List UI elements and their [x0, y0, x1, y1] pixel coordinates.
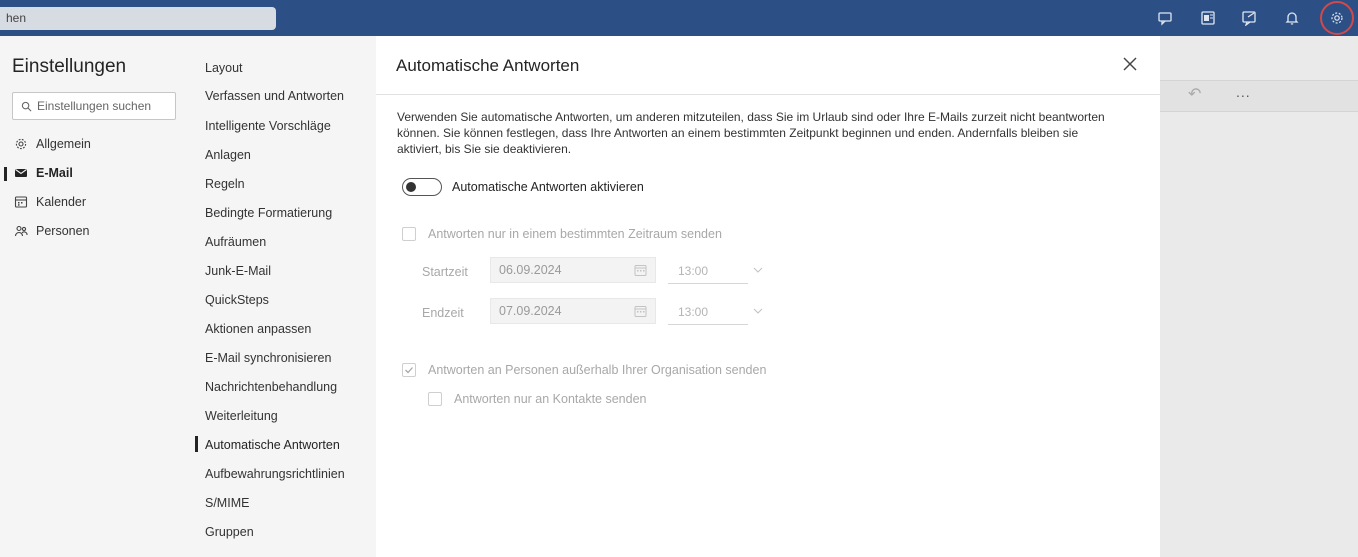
chevron-down-icon: [753, 267, 763, 273]
calendar-icon: [634, 265, 647, 276]
subcategory-quicksteps[interactable]: QuickSteps: [205, 293, 269, 307]
outside-org-label: Antworten an Personen außerhalb Ihrer Or…: [428, 363, 767, 377]
end-date-field[interactable]: 07.09.2024: [490, 298, 656, 324]
chat-icon[interactable]: [1156, 9, 1174, 27]
gear-icon[interactable]: [1328, 9, 1346, 27]
timeframe-checkbox[interactable]: [402, 227, 416, 241]
calendar-icon: [14, 196, 28, 208]
chevron-down-icon: [753, 308, 763, 314]
category-email[interactable]: E-Mail: [14, 166, 73, 180]
people-icon: [14, 225, 28, 237]
bell-icon[interactable]: [1283, 9, 1301, 27]
start-date-field[interactable]: 06.09.2024: [490, 257, 656, 283]
subcategory-aufraeumen[interactable]: Aufräumen: [205, 235, 266, 249]
subcategory-formatierung[interactable]: Bedingte Formatierung: [205, 206, 332, 220]
panel-description: Verwenden Sie automatische Antworten, um…: [397, 110, 1105, 156]
background-mail-area: [1160, 36, 1358, 557]
start-time-dropdown[interactable]: 13:00: [668, 258, 748, 284]
feedback-icon[interactable]: [1240, 9, 1258, 27]
settings-title: Einstellungen: [12, 56, 127, 77]
toggle-knob: [406, 182, 416, 192]
subcategory-nachrichtenbehandlung[interactable]: Nachrichtenbehandlung: [205, 380, 337, 394]
subcategory-regeln[interactable]: Regeln: [205, 177, 245, 191]
subcategory-vorschlaege[interactable]: Intelligente Vorschläge: [205, 119, 331, 133]
undo-icon: ↶: [1188, 86, 1202, 103]
category-allgemein[interactable]: Allgemein: [14, 137, 91, 151]
outlook-icon[interactable]: [1199, 9, 1217, 27]
end-time-value: 13:00: [678, 305, 709, 319]
subcategory-automatische-antworten[interactable]: Automatische Antworten: [205, 438, 340, 452]
gear-icon: [15, 138, 27, 150]
start-time-value: 13:00: [678, 264, 709, 278]
close-button[interactable]: [1118, 52, 1142, 76]
settings-search-placeholder: Einstellungen suchen: [37, 99, 152, 113]
subcategory-verfassen[interactable]: Verfassen und Antworten: [205, 89, 344, 103]
subcategory-weiterleitung[interactable]: Weiterleitung: [205, 409, 278, 423]
global-search-input[interactable]: hen: [0, 7, 276, 30]
contacts-only-checkbox[interactable]: [428, 392, 442, 406]
checkmark-icon: [405, 367, 413, 374]
category-label: E-Mail: [36, 166, 73, 180]
panel-title: Automatische Antworten: [396, 56, 580, 75]
category-label: Kalender: [36, 195, 87, 209]
calendar-icon: [634, 306, 647, 317]
subcategory-synchronisieren[interactable]: E-Mail synchronisieren: [205, 351, 331, 365]
start-time-label: Startzeit: [422, 265, 468, 279]
end-time-dropdown[interactable]: 13:00: [668, 299, 748, 325]
category-label: Allgemein: [36, 137, 91, 151]
auto-reply-toggle[interactable]: [402, 178, 442, 196]
category-kalender[interactable]: Kalender: [14, 195, 86, 209]
more-options-icon: ...: [1236, 84, 1251, 100]
subcategory-anlagen[interactable]: Anlagen: [205, 148, 251, 162]
category-label: Personen: [36, 224, 90, 238]
subcategory-junk[interactable]: Junk-E-Mail: [205, 264, 271, 278]
category-personen[interactable]: Personen: [14, 224, 90, 238]
subcategory-layout[interactable]: Layout: [205, 61, 243, 75]
top-bar: hen: [0, 0, 1358, 36]
subcategory-aktionen[interactable]: Aktionen anpassen: [205, 322, 311, 336]
subcategory-smime[interactable]: S/MIME: [205, 496, 249, 510]
contacts-only-label: Antworten nur an Kontakte senden: [454, 392, 647, 406]
outside-org-checkbox[interactable]: [402, 363, 416, 377]
end-time-label: Endzeit: [422, 306, 464, 320]
subcategory-aufbewahrung[interactable]: Aufbewahrungsrichtlinien: [205, 467, 345, 481]
panel-divider: [376, 94, 1160, 95]
settings-search-input[interactable]: Einstellungen suchen: [12, 92, 176, 120]
end-date-value: 07.09.2024: [499, 304, 562, 318]
active-subcategory-marker: [195, 436, 198, 452]
search-icon: [21, 101, 32, 111]
active-category-marker: [4, 167, 7, 181]
timeframe-label: Antworten nur in einem bestimmten Zeitra…: [428, 227, 722, 241]
close-icon: [1123, 57, 1137, 71]
subcategory-gruppen[interactable]: Gruppen: [205, 525, 254, 539]
auto-reply-toggle-label: Automatische Antworten aktivieren: [452, 180, 644, 194]
settings-dialog: Einstellungen Einstellungen suchen Allge…: [0, 36, 1160, 557]
mail-icon: [15, 169, 27, 177]
start-date-value: 06.09.2024: [499, 263, 562, 277]
